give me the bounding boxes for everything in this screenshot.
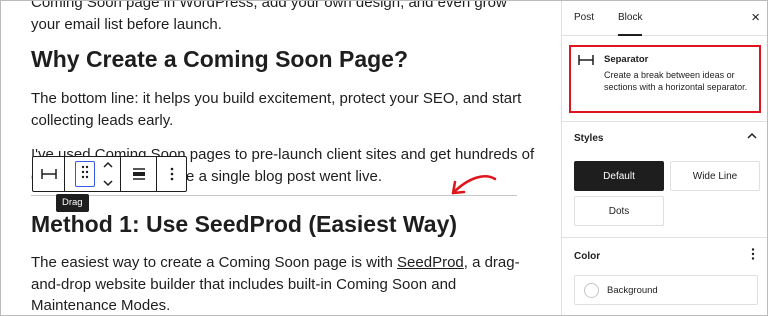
settings-sidebar: Post Block × Separator Create a break be… (561, 1, 767, 315)
drag-handle-button[interactable] (74, 161, 95, 187)
separator-block[interactable] (31, 195, 517, 196)
align-button[interactable] (121, 157, 157, 191)
color-swatch (584, 283, 599, 298)
move-controls (65, 157, 121, 191)
more-options-icon (170, 167, 174, 181)
style-option-dots[interactable]: Dots (574, 196, 664, 226)
tab-post[interactable]: Post (574, 1, 594, 36)
paragraph-bottom-line[interactable]: The bottom line: it helps you build exci… (31, 88, 536, 131)
heading-method-1[interactable]: Method 1: Use SeedProd (Easiest Way) (31, 209, 541, 239)
seedprod-link[interactable]: SeedProd (397, 254, 464, 271)
paragraph-intro[interactable]: Coming Soon page in WordPress, add your … (31, 1, 536, 35)
style-option-wide-line[interactable]: Wide Line (670, 161, 760, 191)
color-panel-title[interactable]: Color (574, 251, 600, 262)
screenshot-frame: Coming Soon page in WordPress, add your … (0, 0, 768, 316)
block-toolbar (32, 156, 187, 192)
chevron-down-icon (102, 174, 113, 192)
separator-icon (40, 168, 57, 180)
block-card-description: Create a break between ideas or sections… (604, 70, 748, 92)
style-option-default[interactable]: Default (574, 161, 664, 191)
block-card-title: Separator (604, 54, 649, 65)
heading-why-coming-soon[interactable]: Why Create a Coming Soon Page? (31, 44, 541, 74)
sidebar-tabs: Post Block × (562, 1, 767, 36)
chevron-up-icon (102, 156, 113, 174)
drag-tooltip: Drag (56, 194, 89, 212)
align-icon (132, 168, 146, 180)
paragraph-seedprod[interactable]: The easiest way to create a Coming Soon … (31, 252, 536, 315)
block-card: Separator Create a break between ideas o… (569, 45, 761, 113)
panel-divider (562, 237, 767, 238)
panel-divider (562, 121, 767, 122)
chevron-up-icon[interactable] (747, 131, 757, 143)
move-down-button[interactable] (102, 174, 113, 192)
tab-block[interactable]: Block (618, 1, 643, 36)
separator-icon (578, 53, 594, 71)
editor-canvas: Coming Soon page in WordPress, add your … (1, 1, 561, 315)
close-icon[interactable]: × (751, 10, 760, 25)
background-color-control[interactable]: Background (574, 275, 758, 305)
paragraph-seedprod-text-a: The easiest way to create a Coming Soon … (31, 254, 398, 271)
drag-handle-icon (81, 165, 89, 184)
move-up-button[interactable] (102, 156, 113, 174)
block-options-button[interactable] (157, 157, 186, 191)
block-type-button[interactable] (33, 157, 65, 191)
background-label: Background (607, 285, 658, 296)
styles-panel-title[interactable]: Styles (574, 133, 603, 144)
more-options-icon[interactable] (751, 248, 755, 262)
annotation-arrow-icon (451, 175, 497, 195)
